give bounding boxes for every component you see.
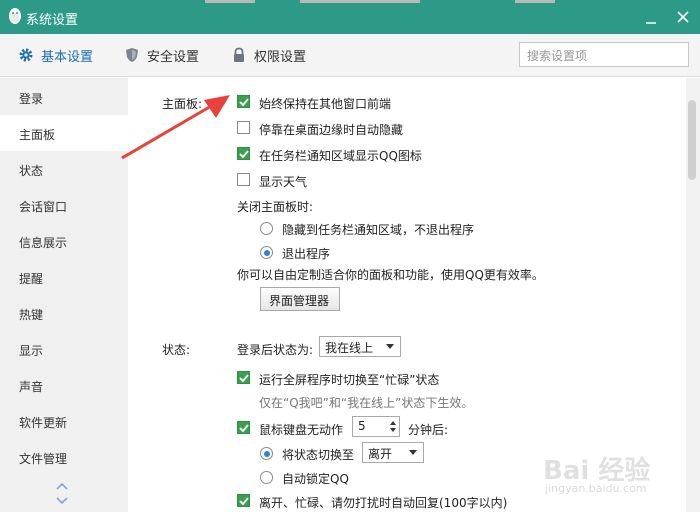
checkbox-tray-icon[interactable] [237, 147, 250, 160]
tab-permission-settings[interactable]: 权限设置 [231, 34, 306, 76]
tab-label: 权限设置 [254, 49, 307, 65]
sidebar-item-label: 热键 [19, 308, 44, 322]
qq-penguin-icon [9, 8, 21, 24]
checkbox-idle[interactable] [237, 421, 250, 434]
fullscreen-note: 仅在“Q我吧”和“我在线上”状态下生效。 [259, 396, 474, 410]
stepper-up-icon[interactable] [390, 421, 396, 425]
search-input[interactable]: 搜索设置项 [519, 42, 689, 67]
sidebar-item-chat-window[interactable]: 会话窗口 [0, 187, 128, 223]
background-window-strip [300, 0, 420, 3]
dropdown-arrow-icon [409, 450, 417, 455]
sidebar-item-login[interactable]: 登录 [0, 79, 128, 115]
option-label: 停靠在桌面边缘时自动隐藏 [259, 123, 404, 137]
checkbox-always-on-top[interactable] [237, 95, 250, 108]
annotation-arrow [121, 95, 230, 160]
login-status-select[interactable]: 我在线上 [319, 336, 401, 357]
scrollbar-thumb[interactable] [688, 100, 696, 180]
option-label: 始终保持在其他窗口前端 [259, 97, 392, 111]
chevron-down-icon[interactable] [56, 497, 68, 505]
sidebar-item-software-update[interactable]: 软件更新 [0, 403, 128, 439]
dropdown-arrow-icon [386, 344, 394, 349]
tab-label: 安全设置 [147, 49, 200, 65]
option-label: 鼠标键盘无动作 [259, 423, 344, 437]
sidebar-item-label: 提醒 [19, 272, 44, 286]
idle-suffix: 分钟后: [408, 423, 449, 437]
radio-exit-program[interactable] [260, 246, 273, 259]
radio-auto-lock[interactable] [260, 471, 273, 484]
option-label: 退出程序 [282, 247, 331, 261]
close-panel-label: 关闭主面板时: [237, 200, 314, 214]
sidebar-item-label: 信息展示 [19, 236, 68, 250]
checkmark-icon [239, 98, 249, 107]
checkmark-icon [239, 424, 249, 433]
sidebar-item-hotkeys[interactable]: 热键 [0, 295, 128, 331]
title-bar: 系统设置 [0, 0, 700, 34]
checkbox-show-weather[interactable] [237, 173, 250, 186]
sidebar-item-sound[interactable]: 声音 [0, 367, 128, 403]
sidebar: 登录 主面板 状态 会话窗口 信息展示 提醒 热键 显示 声音 软件更新 文件管… [0, 78, 128, 512]
checkmark-icon [239, 374, 249, 383]
checkmark-icon [239, 150, 249, 159]
sidebar-item-label: 声音 [19, 380, 44, 394]
stepper-value: 5 [358, 419, 366, 433]
tab-label: 基本设置 [41, 49, 94, 65]
checkbox-fullscreen-busy[interactable] [237, 371, 250, 384]
lock-icon [234, 47, 244, 62]
idle-minutes-stepper[interactable]: 5 [352, 416, 400, 437]
option-label: 将状态切换至 [282, 448, 355, 462]
option-label: 运行全屏程序时切换至“忙碌”状态 [259, 373, 440, 387]
checkbox-auto-hide[interactable] [237, 121, 250, 134]
select-value: 离开 [368, 447, 393, 461]
checkmark-icon [239, 497, 249, 506]
sidebar-item-label: 登录 [19, 92, 44, 106]
close-icon[interactable] [676, 10, 690, 24]
radio-switch-status[interactable] [260, 447, 273, 460]
baidu-watermark: Bai 经验 jingyan.baidu.com [535, 450, 665, 500]
sidebar-item-label: 状态 [19, 164, 44, 178]
sidebar-item-reminders[interactable]: 提醒 [0, 259, 128, 295]
customize-hint: 你可以自由定制适合你的面板和功能，使用QQ更有效率。 [237, 268, 544, 282]
select-value: 我在线上 [325, 341, 374, 355]
option-label: 离开、忙碌、请勿打扰时自动回复(100字以内) [259, 496, 508, 510]
sidebar-item-label: 显示 [19, 344, 44, 358]
search-placeholder: 搜索设置项 [527, 49, 588, 63]
settings-toolbar: 基本设置 安全设置 权限设置 搜索设置项 [0, 34, 700, 77]
minimize-icon[interactable] [645, 12, 657, 24]
sidebar-item-display[interactable]: 显示 [0, 331, 128, 367]
idle-status-select[interactable]: 离开 [362, 442, 424, 463]
sidebar-item-label: 会话窗口 [19, 200, 68, 214]
sidebar-item-file-management[interactable]: 文件管理 [0, 439, 128, 475]
option-label: 在任务栏通知区域显示QQ图标 [259, 149, 422, 163]
button-label: 界面管理器 [269, 294, 330, 308]
sidebar-item-info-display[interactable]: 信息展示 [0, 223, 128, 259]
sidebar-item-label: 软件更新 [19, 416, 68, 430]
tab-basic-settings[interactable]: 基本设置 [18, 34, 93, 76]
tab-security-settings[interactable]: 安全设置 [124, 34, 199, 76]
checkbox-auto-reply[interactable] [237, 494, 250, 507]
option-label: 自动锁定QQ [282, 472, 349, 486]
background-window-strip [515, 0, 555, 3]
sidebar-item-label: 主面板 [19, 128, 56, 142]
sidebar-item-status[interactable]: 状态 [0, 151, 128, 187]
section-label-status: 状态: [162, 343, 191, 357]
chevron-up-icon[interactable] [56, 482, 68, 490]
window-title: 系统设置 [26, 13, 79, 28]
background-window-strip [205, 0, 255, 3]
watermark-subtext: jingyan.baidu.com [545, 482, 647, 495]
sidebar-item-label: 文件管理 [19, 452, 68, 466]
sidebar-item-main-panel[interactable]: 主面板 [0, 115, 128, 151]
radio-hide-to-tray[interactable] [260, 222, 273, 235]
interface-manager-button[interactable]: 界面管理器 [260, 287, 340, 311]
gear-icon [19, 48, 33, 62]
stepper-down-icon[interactable] [390, 428, 396, 432]
option-label: 隐藏到任务栏通知区域，不退出程序 [282, 223, 475, 237]
login-status-label: 登录后状态为: [237, 343, 314, 357]
shield-icon [126, 48, 138, 62]
option-label: 显示天气 [259, 175, 308, 189]
